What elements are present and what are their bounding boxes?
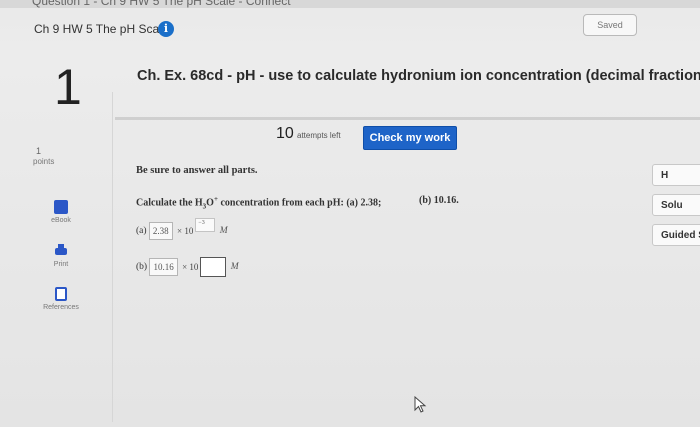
question-number: 1: [54, 59, 82, 115]
heading-rule: [115, 117, 700, 120]
attempts-count: 10: [276, 125, 294, 142]
part-a-mantissa-input[interactable]: 2.38: [148, 222, 173, 240]
printer-icon: [54, 244, 68, 258]
prompt-mid: O: [206, 197, 214, 209]
ebook-button[interactable]: eBook: [40, 200, 82, 224]
mouse-cursor-icon: [414, 396, 427, 413]
question-heading: Ch. Ex. 68cd - pH - use to calculate hyd…: [137, 68, 700, 84]
answer-row-a: (a) 2.38 × 10−3 M: [136, 218, 228, 242]
part-b-times-ten: × 10: [182, 262, 199, 272]
hint-button[interactable]: H: [652, 164, 700, 186]
prompt-end: concentration from each pH: (a) 2.38;: [217, 197, 382, 209]
info-icon[interactable]: i: [158, 21, 174, 37]
instruction-note: Be sure to answer all parts.: [136, 165, 258, 176]
part-b-label: (b): [136, 262, 148, 272]
part-a-label: (a): [136, 226, 147, 236]
part-a-exponent-input[interactable]: −3: [195, 218, 216, 232]
attempts-label: attempts left: [297, 131, 341, 140]
solution-button[interactable]: Solu: [652, 194, 700, 216]
print-label: Print: [53, 261, 69, 268]
assignment-title: Ch 9 HW 5 The pH Scale: [34, 22, 169, 36]
print-button[interactable]: Print: [40, 244, 82, 268]
answer-row-b: (b) 10.16 × 10 M: [136, 257, 239, 277]
references-icon: [55, 287, 67, 301]
references-button[interactable]: References: [40, 287, 82, 311]
book-icon: [54, 200, 68, 214]
question-prompt-b: (b) 10.16.: [419, 195, 459, 206]
references-label: References: [43, 304, 79, 311]
part-a-unit: M: [219, 226, 228, 236]
part-b-exponent-input[interactable]: [200, 257, 227, 277]
saved-indicator: Saved: [583, 14, 637, 36]
left-divider: [112, 92, 113, 422]
question-prompt: Calculate the H3O+ concentration from ea…: [136, 195, 381, 210]
browser-tab-title: Question 1 - Ch 9 HW 5 The pH Scale - Co…: [32, 0, 291, 8]
browser-tab-strip: Question 1 - Ch 9 HW 5 The pH Scale - Co…: [0, 0, 700, 8]
check-my-work-button[interactable]: Check my work: [363, 126, 457, 150]
points-value: 1: [36, 146, 42, 156]
part-b-mantissa-input[interactable]: 10.16: [149, 258, 178, 276]
guided-solution-button[interactable]: Guided S: [652, 224, 700, 246]
part-b-unit: M: [230, 262, 239, 272]
part-a-times-ten: × 10: [177, 226, 194, 236]
ebook-label: eBook: [51, 217, 71, 224]
points-label: points: [33, 157, 55, 166]
prompt-start: Calculate the H: [136, 197, 203, 209]
